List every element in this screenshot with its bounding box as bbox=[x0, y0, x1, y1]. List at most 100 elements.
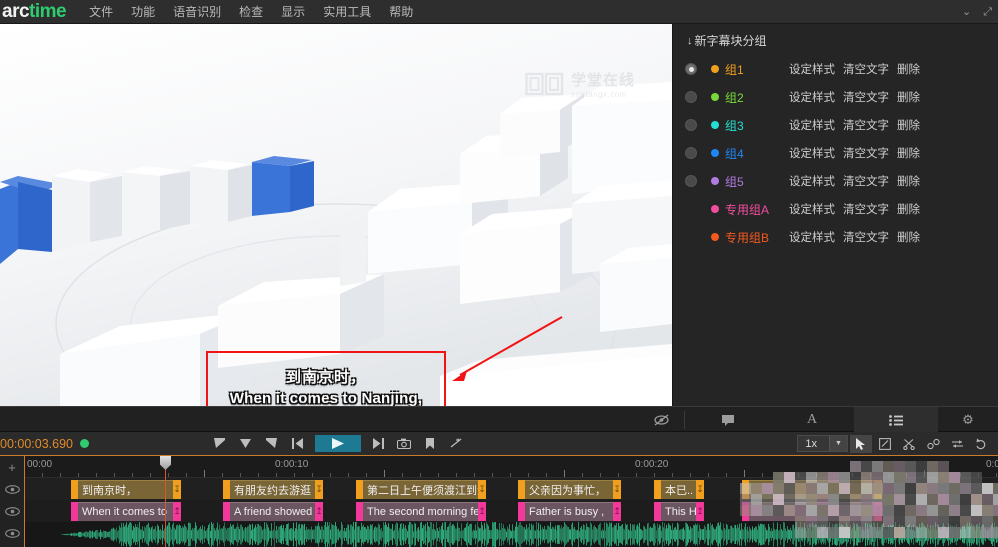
play-button[interactable] bbox=[315, 435, 361, 452]
select-tool-button[interactable] bbox=[850, 435, 872, 453]
playhead[interactable] bbox=[165, 456, 166, 547]
link-tool-button[interactable] bbox=[922, 435, 944, 453]
mark-out-button[interactable] bbox=[259, 435, 285, 453]
group-clear-text-7[interactable]: 清空文字 bbox=[839, 228, 893, 246]
group-clear-text-5[interactable]: 清空文字 bbox=[839, 172, 893, 190]
clip-body[interactable]: Father is busy , bbox=[525, 502, 613, 521]
video-preview[interactable]: 学堂在线 xuetangx.com 到南京时， When it comes to… bbox=[0, 24, 672, 406]
menu-help[interactable]: 帮助 bbox=[380, 0, 422, 23]
edit-tool-button[interactable] bbox=[874, 435, 896, 453]
clip-handle-right[interactable]: ↥ bbox=[478, 502, 486, 521]
clip-handle-left[interactable] bbox=[223, 480, 230, 499]
group-delete-1[interactable]: 删除 bbox=[893, 60, 924, 78]
track-visibility-cn[interactable] bbox=[0, 478, 24, 500]
clip-body[interactable]: 第二日上午便须渡江到浦 bbox=[363, 480, 478, 499]
group-delete-7[interactable]: 删除 bbox=[893, 228, 924, 246]
group-row-2[interactable]: 组2 设定样式 清空文字 删除 bbox=[673, 83, 998, 111]
menu-display[interactable]: 显示 bbox=[272, 0, 314, 23]
swap-tool-button[interactable] bbox=[946, 435, 968, 453]
chevron-down-icon[interactable]: ⌄ bbox=[962, 7, 971, 18]
snapshot-button[interactable] bbox=[391, 435, 417, 453]
timeline[interactable]: + 00:00 0:00:10 0:00:20 0:00 bbox=[0, 456, 998, 547]
clip-en-5[interactable]: This H ↥ bbox=[654, 502, 704, 521]
group-row-6[interactable]: 专用组A 设定样式 清空文字 删除 bbox=[673, 195, 998, 223]
add-track-button[interactable]: + bbox=[0, 456, 24, 478]
clip-en-4[interactable]: Father is busy , ↥ bbox=[518, 502, 621, 521]
group-clear-text-6[interactable]: 清空文字 bbox=[839, 200, 893, 218]
scissors-tool-button[interactable] bbox=[898, 435, 920, 453]
clip-handle-left[interactable] bbox=[356, 480, 363, 499]
clip-cn-5[interactable]: 本已.. ↧ bbox=[654, 480, 704, 499]
expand-icon[interactable]: ⤢ bbox=[983, 7, 992, 18]
clip-body[interactable]: This H bbox=[661, 502, 696, 521]
group-row-4[interactable]: 组4 设定样式 清空文字 删除 bbox=[673, 139, 998, 167]
clip-handle-left[interactable] bbox=[223, 502, 230, 521]
next-frame-button[interactable] bbox=[365, 435, 391, 453]
clip-cn-2[interactable]: 有朋友约去游逛 ↧ bbox=[223, 480, 323, 499]
clip-body[interactable]: The second morning fer bbox=[363, 502, 478, 521]
clip-handle-left[interactable] bbox=[518, 480, 525, 499]
toggle-visibility-button[interactable] bbox=[640, 407, 682, 433]
mark-point-button[interactable] bbox=[233, 435, 259, 453]
menu-check[interactable]: 检查 bbox=[230, 0, 272, 23]
clip-handle-left[interactable] bbox=[356, 502, 363, 521]
font-style-button[interactable]: A bbox=[770, 407, 854, 433]
group-delete-5[interactable]: 删除 bbox=[893, 172, 924, 190]
clip-handle-left[interactable] bbox=[518, 502, 525, 521]
group-set-style-3[interactable]: 设定样式 bbox=[785, 116, 839, 134]
clip-body[interactable]: When it comes to bbox=[78, 502, 173, 521]
clip-handle-right[interactable]: ↧ bbox=[696, 480, 704, 499]
chevron-down-icon[interactable]: ↓ bbox=[687, 35, 693, 47]
subtitle-list-button[interactable] bbox=[854, 407, 938, 433]
group-delete-6[interactable]: 删除 bbox=[893, 200, 924, 218]
group-radio-3[interactable] bbox=[685, 119, 697, 131]
bookmark-button[interactable] bbox=[417, 435, 443, 453]
clip-handle-right[interactable]: ↧ bbox=[173, 480, 181, 499]
clip-cn-4[interactable]: 父亲因为事忙， ↧ bbox=[518, 480, 621, 499]
group-clear-text-3[interactable]: 清空文字 bbox=[839, 116, 893, 134]
group-set-style-6[interactable]: 设定样式 bbox=[785, 200, 839, 218]
clip-en-3[interactable]: The second morning fer ↥ bbox=[356, 502, 486, 521]
group-row-5[interactable]: 组5 设定样式 清空文字 删除 bbox=[673, 167, 998, 195]
track-visibility-audio[interactable] bbox=[0, 522, 24, 544]
split-marker-button[interactable] bbox=[443, 435, 469, 453]
clip-body[interactable]: 父亲因为事忙， bbox=[525, 480, 613, 499]
clip-body[interactable]: 到南京时， bbox=[78, 480, 173, 499]
group-clear-text-4[interactable]: 清空文字 bbox=[839, 144, 893, 162]
clip-cn-3[interactable]: 第二日上午便须渡江到浦 ↧ bbox=[356, 480, 486, 499]
group-row-7[interactable]: 专用组B 设定样式 清空文字 删除 bbox=[673, 223, 998, 251]
subtitle-overlay-box[interactable]: 到南京时， When it comes to Nanjing, bbox=[206, 351, 446, 406]
group-clear-text-1[interactable]: 清空文字 bbox=[839, 60, 893, 78]
menu-function[interactable]: 功能 bbox=[122, 0, 164, 23]
clip-handle-right[interactable]: ↧ bbox=[478, 480, 486, 499]
clip-handle-right[interactable]: ↧ bbox=[613, 480, 621, 499]
group-radio-5[interactable] bbox=[685, 175, 697, 187]
clip-handle-right[interactable]: ↥ bbox=[315, 502, 323, 521]
undo-tool-button[interactable] bbox=[970, 435, 992, 453]
group-radio-1[interactable] bbox=[685, 63, 697, 75]
mark-in-button[interactable] bbox=[207, 435, 233, 453]
group-delete-3[interactable]: 删除 bbox=[893, 116, 924, 134]
clip-body[interactable]: A friend showed bbox=[230, 502, 315, 521]
group-radio-2[interactable] bbox=[685, 91, 697, 103]
groups-panel-header[interactable]: ↓ 新字幕块分组 bbox=[673, 24, 998, 55]
comment-button[interactable] bbox=[686, 407, 770, 433]
zoom-level-select[interactable]: 1x ▼ bbox=[797, 435, 848, 452]
clip-handle-right[interactable]: ↥ bbox=[696, 502, 704, 521]
clip-handle-left[interactable] bbox=[71, 502, 78, 521]
clip-handle-left[interactable] bbox=[654, 502, 661, 521]
settings-button[interactable]: ⚙ bbox=[938, 407, 998, 433]
clip-handle-right[interactable]: ↧ bbox=[315, 480, 323, 499]
clip-en-2[interactable]: A friend showed ↥ bbox=[223, 502, 323, 521]
clip-handle-left[interactable] bbox=[71, 480, 78, 499]
chevron-down-icon[interactable]: ▼ bbox=[829, 436, 847, 451]
group-row-3[interactable]: 组3 设定样式 清空文字 删除 bbox=[673, 111, 998, 139]
group-clear-text-2[interactable]: 清空文字 bbox=[839, 88, 893, 106]
clip-handle-left[interactable] bbox=[654, 480, 661, 499]
clip-handle-right[interactable]: ↥ bbox=[613, 502, 621, 521]
group-delete-2[interactable]: 删除 bbox=[893, 88, 924, 106]
group-row-1[interactable]: 组1 设定样式 清空文字 删除 bbox=[673, 55, 998, 83]
menu-file[interactable]: 文件 bbox=[80, 0, 122, 23]
track-visibility-en[interactable] bbox=[0, 500, 24, 522]
clip-body[interactable]: 有朋友约去游逛 bbox=[230, 480, 315, 499]
